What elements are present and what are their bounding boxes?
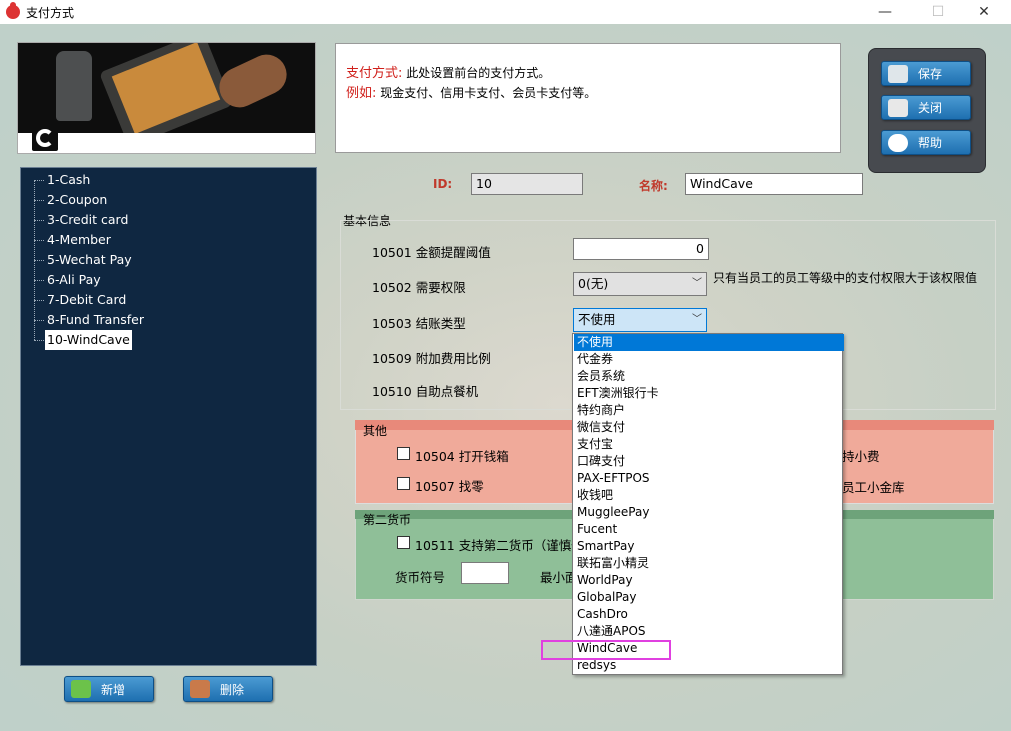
heart-icon <box>888 134 908 152</box>
f10503-label: 10503 结账类型 <box>372 316 466 331</box>
add-icon <box>71 680 91 698</box>
give-change-checkbox[interactable] <box>397 477 410 490</box>
second-currency-title: 第二货币 <box>363 513 412 527</box>
payment-method-item[interactable]: 7-Debit Card <box>45 290 128 310</box>
tree-connector <box>34 240 44 241</box>
open-cash-drawer-label: 10504 打开钱箱 <box>415 449 509 464</box>
payment-method-item[interactable]: 1-Cash <box>45 170 92 190</box>
staff-fund-label-partial: 员工小金库 <box>842 480 905 495</box>
f10501-label: 10501 金额提醒阈值 <box>372 245 491 260</box>
save-button[interactable]: 保存 <box>881 61 971 86</box>
dropdown-option[interactable]: Fucent <box>574 521 844 538</box>
desc-text-1: 此处设置前台的支付方式。 <box>406 66 551 80</box>
id-label: ID: <box>433 177 453 191</box>
chevron-down-icon: ﹀ <box>692 314 702 325</box>
desc-label-1: 支付方式: <box>346 66 403 81</box>
dropdown-option[interactable]: 收钱吧 <box>574 487 844 504</box>
tree-connector <box>34 200 44 201</box>
dropdown-option[interactable]: WorldPay <box>574 572 844 589</box>
payment-method-item[interactable]: 10-WindCave <box>45 330 132 350</box>
minimize-button[interactable]: — <box>862 0 908 24</box>
dropdown-option[interactable]: MuggleePay <box>574 504 844 521</box>
chevron-down-icon: ﹀ <box>692 278 702 289</box>
add-button[interactable]: 新增 <box>64 676 154 702</box>
close-button[interactable]: 关闭 <box>881 95 971 120</box>
checkout-type-value: 不使用 <box>578 312 616 327</box>
payment-method-item[interactable]: 2-Coupon <box>45 190 109 210</box>
tree-connector <box>34 280 44 281</box>
currency-symbol-label: 货币符号 <box>395 570 446 585</box>
dropdown-option[interactable]: CashDro <box>574 606 844 623</box>
maximize-button[interactable]: ☐ <box>915 0 961 24</box>
second-currency-label: 10511 支持第二货币（谨慎修 <box>415 538 584 553</box>
tree-connector <box>34 320 44 321</box>
permission-note: 只有当员工的员工等级中的支付权限大于该权限值 <box>713 271 978 285</box>
second-currency-checkbox[interactable] <box>397 536 410 549</box>
add-button-label: 新增 <box>101 683 126 697</box>
permission-select[interactable]: 0(无) ﹀ <box>573 272 707 296</box>
dropdown-option[interactable]: 八達通APOS <box>574 623 844 640</box>
payment-method-item[interactable]: 4-Member <box>45 230 113 250</box>
tree-connector <box>34 180 44 181</box>
checkout-type-dropdown[interactable]: 不使用 代金券 会员系统 EFT澳洲银行卡 特约商户 微信支付 支付宝 口碑支付 PAX-EFT… <box>572 333 844 675</box>
tree-connector <box>34 340 44 341</box>
window-title: 支付方式 <box>26 6 75 20</box>
tips-label-partial: 持小费 <box>842 449 880 464</box>
save-icon <box>888 65 908 83</box>
banner-photo <box>17 42 316 154</box>
dropdown-option[interactable]: SmartPay <box>574 538 844 555</box>
amount-threshold-field[interactable]: 0 <box>573 238 709 260</box>
desc-text-2: 现金支付、信用卡支付、会员卡支付等。 <box>380 86 597 100</box>
app-icon <box>6 2 20 19</box>
open-cash-drawer-checkbox[interactable] <box>397 447 410 460</box>
payment-method-item[interactable]: 5-Wechat Pay <box>45 250 134 270</box>
delete-icon <box>190 680 210 698</box>
brand-logo-mark <box>36 129 54 147</box>
f10502-label: 10502 需要权限 <box>372 280 466 295</box>
dropdown-option[interactable]: GlobalPay <box>574 589 844 606</box>
help-button-label: 帮助 <box>918 136 943 150</box>
tree-connector <box>34 260 44 261</box>
dropdown-option[interactable]: PAX-EFTPOS <box>574 470 844 487</box>
exit-icon <box>888 99 908 117</box>
checkout-type-select[interactable]: 不使用 ﹀ <box>573 308 707 332</box>
name-field[interactable]: WindCave <box>685 173 863 195</box>
dropdown-option[interactable]: 会员系统 <box>574 368 844 385</box>
permission-select-value: 0(无) <box>578 276 609 291</box>
desc-label-2: 例如: <box>346 86 377 101</box>
dropdown-option[interactable]: 特约商户 <box>574 402 844 419</box>
other-group-title: 其他 <box>363 424 388 438</box>
highlight-box <box>541 640 671 660</box>
save-button-label: 保存 <box>918 67 943 81</box>
help-button[interactable]: 帮助 <box>881 130 971 155</box>
wine-glass-graphic <box>56 51 92 121</box>
give-change-label: 10507 找零 <box>415 479 484 494</box>
dropdown-option[interactable]: EFT澳洲银行卡 <box>574 385 844 402</box>
dropdown-option[interactable]: 口碑支付 <box>574 453 844 470</box>
payment-method-item[interactable]: 6-Ali Pay <box>45 270 103 290</box>
delete-button[interactable]: 删除 <box>183 676 273 702</box>
dropdown-option[interactable]: 代金券 <box>574 351 844 368</box>
f10509-label: 10509 附加费用比例 <box>372 351 491 366</box>
payment-method-item[interactable]: 3-Credit card <box>45 210 130 230</box>
tree-connector <box>34 300 44 301</box>
id-field[interactable]: 10 <box>471 173 583 195</box>
payment-method-tree[interactable]: 1-Cash 2-Coupon 3-Credit card 4-Member 5-Wec… <box>20 167 317 666</box>
title-bar <box>0 0 1011 24</box>
banner-strip <box>18 133 315 153</box>
dropdown-option[interactable]: 不使用 <box>574 334 844 351</box>
close-window-button[interactable]: ✕ <box>961 0 1007 24</box>
dropdown-option[interactable]: 支付宝 <box>574 436 844 453</box>
dropdown-option[interactable]: 微信支付 <box>574 419 844 436</box>
tree-connector <box>34 220 44 221</box>
currency-symbol-field[interactable] <box>461 562 509 584</box>
delete-button-label: 删除 <box>220 683 245 697</box>
f10510-label: 10510 自助点餐机 <box>372 384 479 399</box>
description-box: 支付方式: 此处设置前台的支付方式。 例如: 现金支付、信用卡支付、会员卡支付等… <box>335 43 841 153</box>
name-label: 名称: <box>639 179 668 193</box>
dropdown-option[interactable]: 联拓富小精灵 <box>574 555 844 572</box>
close-button-label: 关闭 <box>918 101 943 115</box>
payment-method-item[interactable]: 8-Fund Transfer <box>45 310 146 330</box>
